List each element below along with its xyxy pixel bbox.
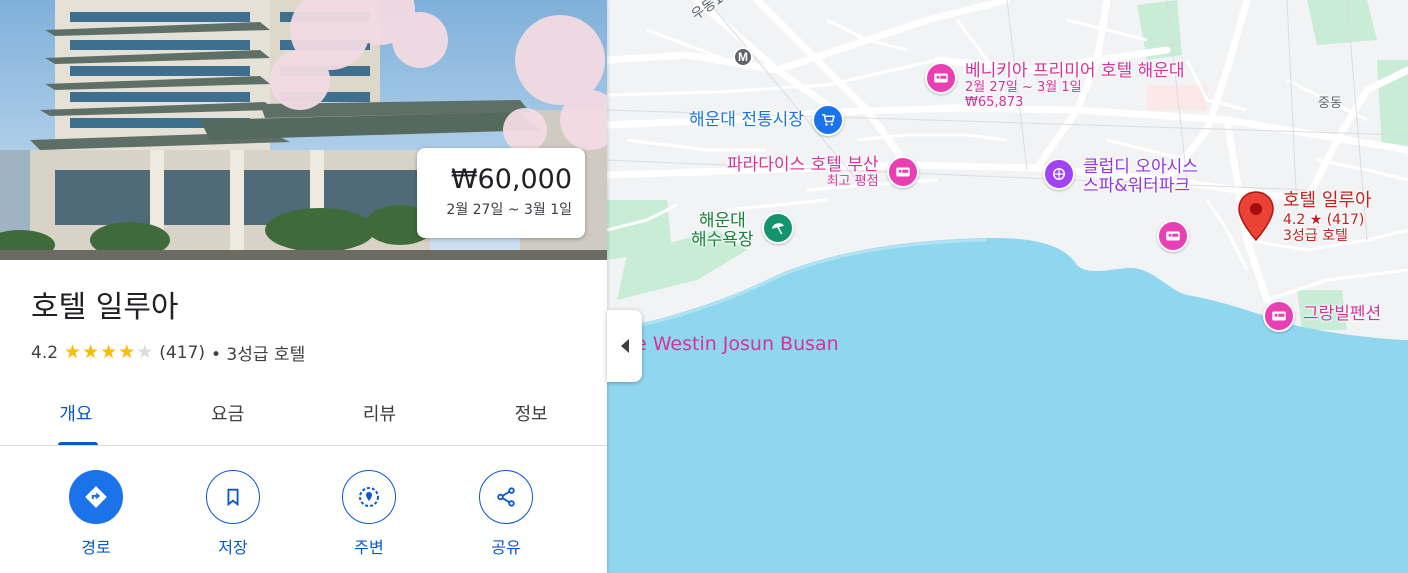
place-tabs: 개요 요금 리뷰 정보 [0, 380, 607, 446]
amusement-icon [1043, 158, 1075, 190]
poi-title: 그랑빌펜션 [1303, 304, 1382, 324]
review-count[interactable]: (417) [159, 343, 205, 363]
nearby-icon [359, 487, 379, 507]
price-value: ₩60,000 [450, 164, 572, 195]
marker-title: 호텔 일루아 [1283, 190, 1372, 211]
poi-venikia-hotel[interactable]: 베니키아 프리미어 호텔 해운대 2월 27일 ~ 3월 1일 ₩65,873 [925, 61, 1185, 110]
poi-market[interactable]: 해운대 전통시장 [689, 104, 844, 136]
save-label: 저장 [218, 538, 248, 557]
poi-title-line1: 클럽디 오아시스 [1083, 157, 1198, 177]
tab-about[interactable]: 정보 [455, 380, 607, 445]
poi-paradise-hotel[interactable]: 파라다이스 호텔 부산 최고 평점 [727, 155, 919, 190]
hotel-icon [1263, 300, 1295, 332]
tab-overview[interactable]: 개요 [0, 380, 152, 445]
bookmark-icon [227, 488, 239, 507]
rating-score: 4.2 [31, 342, 59, 363]
poi-oasis-waterpark[interactable]: 클럽디 오아시스 스파&워터파크 [1043, 157, 1198, 197]
map-pin-icon [1238, 191, 1274, 242]
poi-grangbil-pension[interactable]: 그랑빌펜션 [1263, 300, 1381, 332]
place-panel: ₩60,000 2월 27일 ~ 3월 1일 호텔 일루아 4.2 ★ ★ ★ ★ ★ … [0, 0, 607, 573]
hotel-icon [925, 62, 957, 94]
poi-price: ₩65,873 [965, 94, 1024, 110]
save-button[interactable]: 저장 [206, 470, 260, 558]
poi-title: 파라다이스 호텔 부산 [727, 155, 879, 175]
star-filled-icon: ★ [82, 341, 100, 363]
poi-hotel-unlabeled[interactable] [1157, 220, 1189, 252]
poi-title: 베니키아 프리미어 호텔 해운대 [965, 61, 1185, 81]
poi-title-line1: 해운대 [698, 211, 746, 231]
selected-hotel-marker[interactable]: 호텔 일루아 4.2 ★ (417) 3성급 호텔 [1237, 190, 1372, 245]
hotel-category: • 3성급 호텔 [211, 345, 306, 365]
chevron-left-icon [620, 339, 629, 353]
price-dates: 2월 27일 ~ 3월 1일 [446, 202, 572, 218]
poi-haeundae-beach[interactable]: 해운대 해수욕장 [691, 211, 794, 251]
marker-rating: 4.2 ★ (417) [1283, 211, 1365, 228]
tab-reviews[interactable]: 리뷰 [304, 380, 456, 445]
hotel-icon [1157, 220, 1189, 252]
poi-dates: 2월 27일 ~ 3월 1일 [965, 80, 1082, 96]
metro-station-icon[interactable]: M [733, 47, 753, 67]
share-icon [497, 487, 515, 507]
tab-prices[interactable]: 요금 [152, 380, 304, 445]
poi-subtitle: 최고 평점 [826, 174, 879, 190]
share-button[interactable]: 공유 [479, 470, 533, 558]
poi-westin-label[interactable]: e Westin Josun Busan [635, 333, 839, 355]
hotel-photo[interactable]: ₩60,000 2월 27일 ~ 3월 1일 [0, 0, 607, 260]
nearby-label: 주변 [354, 538, 384, 557]
rating-row: 4.2 ★ ★ ★ ★ ★ (417) • 3성급 호텔 [31, 340, 306, 366]
price-card[interactable]: ₩60,000 2월 27일 ~ 3월 1일 [417, 148, 585, 238]
star-filled-icon: ★ [100, 341, 118, 363]
hotel-icon [886, 156, 919, 188]
poi-title-line2: 스파&워터파크 [1083, 176, 1191, 197]
shopping-cart-icon [811, 104, 844, 136]
directions-icon [85, 486, 107, 508]
star-filled-icon: ★ [118, 341, 136, 363]
beach-umbrella-icon [761, 212, 794, 244]
star-empty-icon: ★ [136, 341, 154, 363]
directions-button[interactable]: 경로 [69, 470, 123, 558]
poi-title-line2: 해수욕장 [691, 230, 754, 251]
directions-label: 경로 [81, 538, 111, 557]
marker-category: 3성급 호텔 [1283, 228, 1348, 245]
map-view[interactable]: 우동1로20번 M 중동 베니키아 프리미어 호텔 해운대 2월 27일 ~ 3… [607, 0, 1408, 573]
nearby-button[interactable]: 주변 [342, 470, 396, 558]
neighborhood-label: 중동 [1318, 96, 1342, 111]
place-title: 호텔 일루아 [31, 290, 179, 325]
star-filled-icon: ★ [64, 341, 82, 363]
collapse-panel-button[interactable] [607, 310, 642, 382]
star-rating: ★ ★ ★ ★ ★ [64, 343, 153, 362]
poi-title: 해운대 전통시장 [689, 110, 804, 130]
share-label: 공유 [491, 538, 521, 557]
